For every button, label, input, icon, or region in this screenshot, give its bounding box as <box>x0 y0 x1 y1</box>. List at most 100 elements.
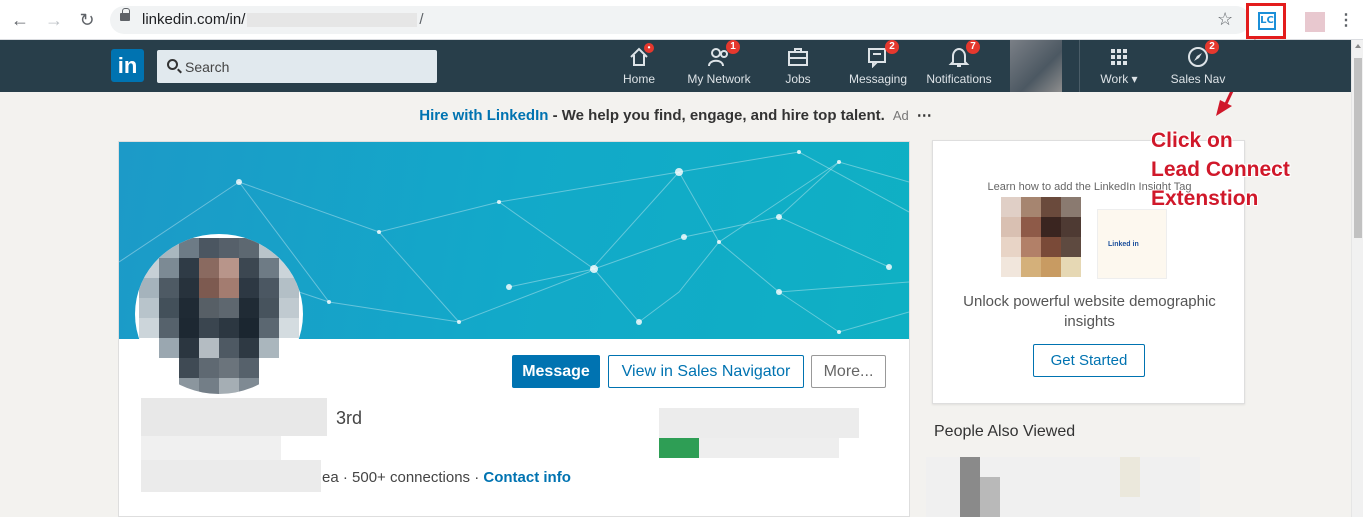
avatar-pixel <box>199 338 219 358</box>
avatar-pixel <box>199 278 219 298</box>
redacted-school <box>699 438 839 458</box>
avatar-pixel <box>139 318 159 338</box>
nav-sales-nav[interactable]: 2 Sales Nav <box>1170 40 1226 90</box>
avatar-pixel <box>219 298 239 318</box>
avatar-pixel <box>199 238 219 258</box>
avatar-pixel <box>219 318 239 338</box>
avatar-pixel <box>239 338 259 358</box>
view-in-sales-navigator-button[interactable]: View in Sales Navigator <box>608 355 804 388</box>
nav-jobs[interactable]: Jobs <box>780 46 816 90</box>
avatar-pixel <box>279 318 299 338</box>
avatar-pixel <box>179 338 199 358</box>
back-arrow-icon[interactable]: ← <box>10 10 30 30</box>
avatar-pixel <box>259 298 279 318</box>
avatar-pixel <box>139 278 159 298</box>
avatar-pixel <box>259 338 279 358</box>
hire-with-linkedin-link[interactable]: Hire with LinkedIn <box>419 107 548 124</box>
sales-nav-badge: 2 <box>1205 40 1219 54</box>
redacted-company <box>659 408 859 438</box>
avatar-pixel <box>179 278 199 298</box>
home-icon: • <box>628 43 654 68</box>
connections-count: 500+ connections <box>352 469 471 486</box>
avatar-pixel <box>259 278 279 298</box>
browser-profile-avatar[interactable] <box>1305 12 1325 32</box>
ad-body-text: Unlock powerful website demographic insi… <box>963 293 1216 330</box>
avatar-pixel <box>279 278 299 298</box>
grid-icon <box>1108 46 1130 68</box>
ad-options-icon[interactable]: ⋯ <box>917 107 932 124</box>
bookmark-star-icon[interactable]: ☆ <box>1217 9 1233 30</box>
top-ad-banner: Hire with LinkedIn - We help you find, e… <box>419 107 932 124</box>
avatar-pixel <box>239 318 259 338</box>
avatar-pixel <box>239 358 259 378</box>
compass-icon: 2 <box>1187 40 1219 68</box>
briefcase-icon <box>787 46 809 68</box>
people-icon: 1 <box>708 40 740 68</box>
avatar-pixel <box>159 238 179 258</box>
ad-label: Ad <box>892 108 909 123</box>
linkedin-navbar: in Search • Home 1 My Network Jobs 2 Mes… <box>0 40 1351 92</box>
avatar-pixel <box>199 378 219 394</box>
avatar-pixel <box>279 258 299 278</box>
get-started-button[interactable]: Get Started <box>1033 344 1145 377</box>
avatar-pixel <box>199 358 219 378</box>
more-button[interactable]: More... <box>811 355 886 388</box>
avatar-pixel <box>239 298 259 318</box>
messaging-badge: 2 <box>885 40 899 54</box>
nav-me-avatar[interactable] <box>1010 40 1062 92</box>
contact-info-link[interactable]: Contact info <box>483 469 571 486</box>
forward-arrow-icon[interactable]: → <box>44 10 64 30</box>
company-logo <box>659 438 699 458</box>
connection-degree: 3rd <box>336 408 363 428</box>
page-scrollbar[interactable] <box>1351 40 1363 517</box>
scrollbar-thumb[interactable] <box>1354 58 1362 238</box>
nav-my-network[interactable]: 1 My Network <box>684 40 754 90</box>
avatar-pixel <box>179 258 199 278</box>
my-network-badge: 1 <box>726 40 740 54</box>
bell-icon: 7 <box>948 40 980 68</box>
scroll-up-arrow-icon[interactable] <box>1355 44 1361 48</box>
avatar-pixel <box>219 378 239 394</box>
avatar-pixel <box>179 378 199 394</box>
avatar-pixel <box>239 238 259 258</box>
nav-notifications[interactable]: 7 Notifications <box>924 40 994 90</box>
search-icon <box>167 59 178 70</box>
ad-message[interactable]: We help you find, engage, and hire top t… <box>562 107 885 124</box>
redacted-name <box>141 398 327 436</box>
profile-avatar[interactable] <box>135 234 303 394</box>
avatar-pixel <box>159 318 179 338</box>
people-also-viewed-title: People Also Viewed <box>934 423 1076 440</box>
home-badge: • <box>644 43 654 53</box>
avatar-pixel <box>239 278 259 298</box>
linkedin-marketing-logo: Linked in <box>1097 209 1167 279</box>
lead-connect-extension-button[interactable]: LC <box>1246 3 1286 39</box>
nav-divider <box>1079 40 1080 92</box>
avatar-pixel <box>179 298 199 318</box>
avatar-pixel <box>219 238 239 258</box>
avatar-pixel <box>179 238 199 258</box>
nav-home[interactable]: • Home <box>618 43 660 90</box>
messaging-icon: 2 <box>867 40 899 69</box>
avatar-pixel <box>199 318 219 338</box>
avatar-pixel <box>159 258 179 278</box>
avatar-pixel <box>159 278 179 298</box>
nav-messaging[interactable]: 2 Messaging <box>849 40 907 90</box>
redacted-url-segment <box>247 13 418 28</box>
redacted-location <box>141 460 321 492</box>
browser-menu-icon[interactable]: ⋮ <box>1338 10 1354 30</box>
browser-toolbar: ← → ↻ linkedin.com/in// ☆ LC ⋮ <box>0 0 1363 40</box>
avatar-pixel <box>179 358 199 378</box>
linkedin-logo[interactable]: in <box>111 49 144 82</box>
people-also-viewed-redacted <box>926 457 1200 517</box>
address-bar[interactable]: linkedin.com/in// <box>110 6 1250 34</box>
search-input[interactable]: Search <box>157 50 437 83</box>
nav-work[interactable]: Work ▾ <box>1096 46 1142 90</box>
avatar-pixel <box>219 278 239 298</box>
message-button[interactable]: Message <box>512 355 600 388</box>
avatar-pixel <box>139 298 159 318</box>
avatar-pixel <box>219 358 239 378</box>
reload-icon[interactable]: ↻ <box>77 10 97 30</box>
avatar-pixel <box>179 318 199 338</box>
url-text: linkedin.com/in// <box>142 11 424 28</box>
search-placeholder: Search <box>185 59 230 75</box>
